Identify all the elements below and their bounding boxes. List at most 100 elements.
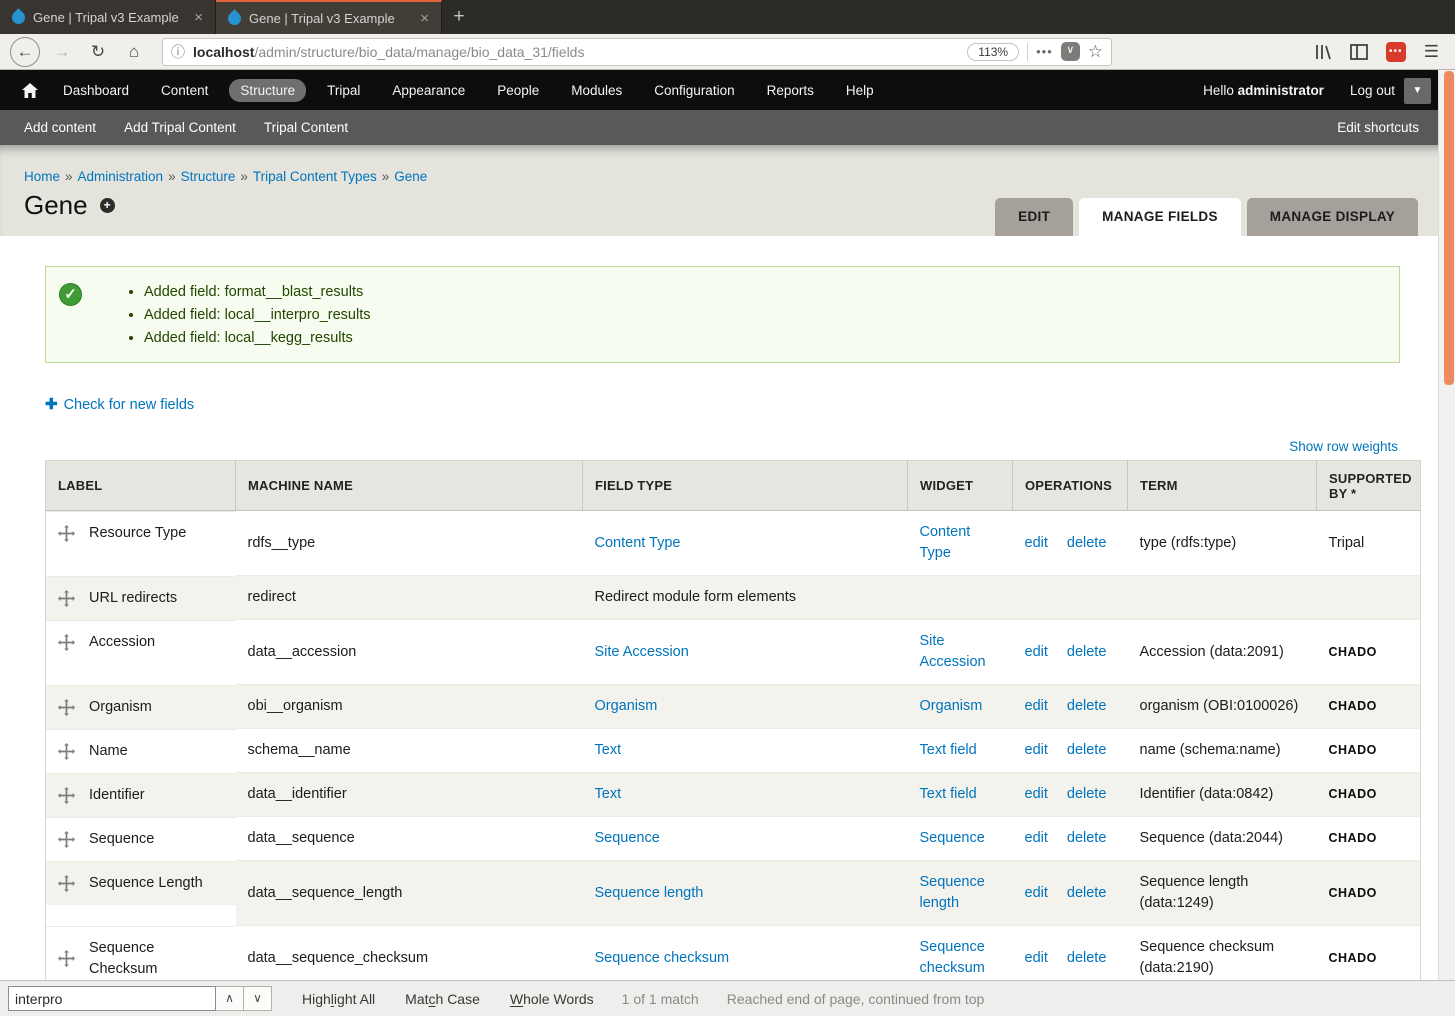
menu-structure[interactable]: Structure [229, 79, 306, 102]
url-bar[interactable]: ⓘ localhost/admin/structure/bio_data/man… [162, 38, 1112, 66]
edit-link[interactable]: edit [1025, 885, 1048, 901]
pocket-icon[interactable]: ∨ [1061, 42, 1080, 61]
library-icon[interactable] [1314, 43, 1332, 61]
menu-dashboard[interactable]: Dashboard [52, 79, 140, 102]
bookmark-star-icon[interactable]: ☆ [1088, 42, 1103, 62]
drag-handle-icon[interactable] [58, 831, 75, 848]
find-previous-button[interactable]: ∧ [216, 986, 244, 1011]
edit-link[interactable]: edit [1025, 644, 1048, 660]
edit-link[interactable]: edit [1025, 830, 1048, 846]
delete-link[interactable]: delete [1067, 950, 1107, 966]
supported-by: CHADO [1329, 886, 1377, 900]
widget-link[interactable]: Sequence checksum [920, 939, 985, 976]
breadcrumb-home[interactable]: Home [24, 169, 60, 184]
reload-button[interactable]: ↻ [84, 42, 112, 62]
toolbar-dropdown-button[interactable]: ▼ [1404, 78, 1431, 104]
menu-hamburger-icon[interactable]: ☰ [1424, 42, 1439, 62]
edit-shortcuts-link[interactable]: Edit shortcuts [1337, 120, 1431, 135]
new-tab-button[interactable]: + [442, 0, 476, 34]
delete-link[interactable]: delete [1067, 742, 1107, 758]
widget-link[interactable]: Text field [920, 742, 977, 758]
menu-content[interactable]: Content [150, 79, 219, 102]
menu-reports[interactable]: Reports [756, 79, 825, 102]
admin-home-icon[interactable] [22, 83, 38, 98]
tab-manage-fields[interactable]: MANAGE FIELDS [1079, 198, 1241, 236]
widget-link[interactable]: Sequence [920, 830, 985, 846]
delete-link[interactable]: delete [1067, 535, 1107, 551]
field-type-link[interactable]: Site Accession [595, 644, 689, 660]
url-text[interactable]: localhost/admin/structure/bio_data/manag… [193, 44, 959, 60]
shortcut-add-content[interactable]: Add content [24, 120, 96, 135]
menu-modules[interactable]: Modules [560, 79, 633, 102]
drag-handle-icon[interactable] [58, 525, 75, 542]
sidebar-toggle-icon[interactable] [1350, 44, 1368, 60]
drag-handle-icon[interactable] [58, 743, 75, 760]
delete-link[interactable]: delete [1067, 885, 1107, 901]
edit-link[interactable]: edit [1025, 950, 1048, 966]
field-type-link[interactable]: Sequence length [595, 885, 704, 901]
forward-button[interactable]: → [48, 42, 76, 62]
find-next-button[interactable]: ∨ [244, 986, 272, 1011]
field-type-link[interactable]: Organism [595, 698, 658, 714]
match-case-button[interactable]: Match Case [405, 991, 480, 1007]
widget-link[interactable]: Site Accession [920, 633, 986, 670]
field-type-link[interactable]: Content Type [595, 535, 681, 551]
whole-words-button[interactable]: Whole Words [510, 991, 594, 1007]
field-type-link[interactable]: Sequence [595, 830, 660, 846]
delete-link[interactable]: delete [1067, 698, 1107, 714]
scrollbar-thumb[interactable] [1444, 71, 1454, 385]
logout-link[interactable]: Log out [1350, 83, 1395, 98]
drag-handle-icon[interactable] [58, 875, 75, 892]
check-for-new-fields-link[interactable]: Check for new fields [64, 397, 195, 413]
drag-handle-icon[interactable] [58, 634, 75, 651]
edit-link[interactable]: edit [1025, 786, 1048, 802]
menu-help[interactable]: Help [835, 79, 885, 102]
edit-link[interactable]: edit [1025, 535, 1048, 551]
tab-edit[interactable]: EDIT [995, 198, 1073, 236]
browser-tab-2-active[interactable]: Gene | Tripal v3 Example × [216, 0, 442, 34]
highlight-all-button[interactable]: Highlight All [302, 991, 375, 1007]
drag-handle-icon[interactable] [58, 590, 75, 607]
home-button[interactable]: ⌂ [120, 42, 148, 62]
field-type-link[interactable]: Sequence checksum [595, 950, 730, 966]
page-info-icon[interactable]: ⓘ [171, 42, 185, 62]
delete-link[interactable]: delete [1067, 644, 1107, 660]
widget-link[interactable]: Content Type [920, 524, 971, 561]
drag-handle-icon[interactable] [58, 787, 75, 804]
drag-handle-icon[interactable] [58, 950, 75, 967]
delete-link[interactable]: delete [1067, 830, 1107, 846]
field-label: Sequence [89, 829, 154, 850]
widget-link[interactable]: Text field [920, 786, 977, 802]
show-row-weights-link[interactable]: Show row weights [1289, 439, 1398, 454]
browser-tab-1[interactable]: Gene | Tripal v3 Example × [0, 0, 216, 34]
menu-tripal[interactable]: Tripal [316, 79, 371, 102]
breadcrumb-structure[interactable]: Structure [181, 169, 236, 184]
field-type-link[interactable]: Text [595, 786, 622, 802]
widget-link[interactable]: Organism [920, 698, 983, 714]
breadcrumb-administration[interactable]: Administration [78, 169, 164, 184]
field-machine-name: schema__name [236, 729, 583, 773]
back-button[interactable]: ← [10, 37, 40, 67]
page-scrollbar[interactable] [1438, 70, 1455, 980]
edit-link[interactable]: edit [1025, 698, 1048, 714]
extension-icon[interactable]: ••• [1386, 42, 1406, 62]
shortcut-tripal-content[interactable]: Tripal Content [264, 120, 348, 135]
shortcut-add-tripal-content[interactable]: Add Tripal Content [124, 120, 236, 135]
drag-handle-icon[interactable] [58, 699, 75, 716]
tab-manage-display[interactable]: MANAGE DISPLAY [1247, 198, 1418, 236]
delete-link[interactable]: delete [1067, 786, 1107, 802]
edit-link[interactable]: edit [1025, 742, 1048, 758]
field-type-link[interactable]: Text [595, 742, 622, 758]
tab-close-icon[interactable]: × [192, 9, 205, 26]
menu-people[interactable]: People [486, 79, 550, 102]
menu-appearance[interactable]: Appearance [381, 79, 476, 102]
add-icon[interactable]: + [100, 198, 115, 213]
breadcrumb-tripal-content-types[interactable]: Tripal Content Types [253, 169, 377, 184]
menu-configuration[interactable]: Configuration [643, 79, 745, 102]
breadcrumb-gene[interactable]: Gene [394, 169, 427, 184]
widget-link[interactable]: Sequence length [920, 874, 985, 911]
page-actions-icon[interactable]: ••• [1036, 44, 1053, 59]
find-input[interactable] [8, 986, 216, 1011]
tab-close-icon[interactable]: × [418, 10, 431, 27]
zoom-level-indicator[interactable]: 113% [967, 43, 1019, 61]
